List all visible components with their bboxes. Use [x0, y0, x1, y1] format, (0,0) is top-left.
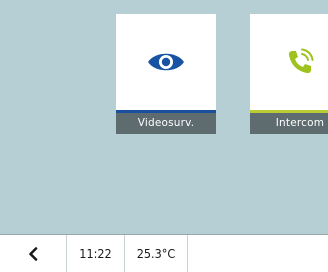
- phone-ringing-icon: [288, 48, 314, 74]
- temperature-readout: 25.3°C: [125, 235, 188, 272]
- tile-label: Intercom: [250, 113, 328, 134]
- intercom-tile[interactable]: Intercom: [250, 14, 328, 134]
- back-button[interactable]: [0, 235, 67, 272]
- tile-icon-area: [250, 14, 328, 110]
- home-screen: Videosurv. Intercom: [0, 0, 328, 234]
- eye-icon: [148, 53, 184, 71]
- status-bar: 11:22 25.3°C: [0, 234, 328, 272]
- tile-icon-area: [116, 14, 216, 110]
- clock: 11:22: [67, 235, 125, 272]
- videosurveillance-tile[interactable]: Videosurv.: [116, 14, 216, 134]
- tile-label: Videosurv.: [116, 113, 216, 134]
- chevron-left-icon: [29, 246, 38, 261]
